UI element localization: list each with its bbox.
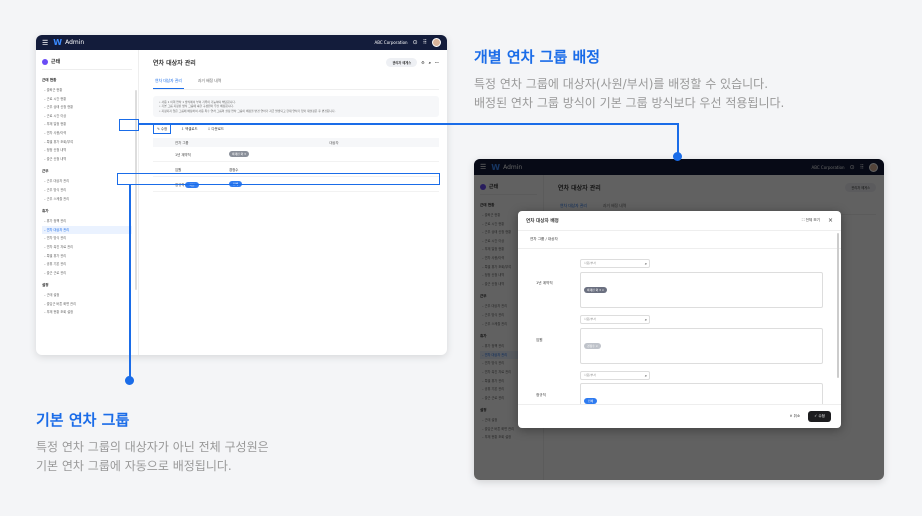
sidebar-item[interactable]: – 휴가 정책 관리	[42, 217, 132, 226]
close-icon[interactable]: ×	[828, 217, 833, 224]
connector-dot	[673, 152, 682, 161]
search-icon: ⌕	[644, 373, 647, 378]
modal-footer: ✕ 취소 ✓ 수정	[518, 404, 841, 428]
search-icon: ⌕	[644, 317, 647, 322]
connector-dot	[125, 376, 134, 385]
modal-header: 연차 대상자 배정 ⛶ 전체 보기 ×	[518, 211, 841, 231]
excel-button[interactable]: ⇩ 엑셀로드	[181, 126, 197, 131]
group-assign-row: 사원/부서 ⌕ 1년 계약직 박재민 외 3 ×	[518, 255, 841, 312]
tab-past-history[interactable]: 과거 배정 내역	[196, 75, 223, 89]
header-pill[interactable]: 관리자 에게스	[386, 58, 418, 67]
callout-default-group: 기본 연차 그룹 특정 연차 그룹의 대상자가 아닌 전체 구성원은 기본 연차…	[36, 411, 269, 473]
sidebar-list: 근태 현황– 출퇴근 현황– 근로 시간 현황– 근무 상태 신청 현황– 근로…	[42, 78, 132, 317]
modal-scrollbar[interactable]	[837, 233, 839, 378]
avatar[interactable]	[432, 38, 441, 47]
cancel-button[interactable]: ✕ 취소	[789, 414, 800, 419]
sidebar-item[interactable]: – 근무 스케줄 관리	[42, 195, 132, 204]
logo-icon: W	[53, 38, 63, 47]
tab-target-management[interactable]: 연차 대상자 관리	[153, 75, 184, 89]
callout-title: 기본 연차 그룹	[36, 411, 130, 429]
target-box[interactable]: 경정수 ×	[580, 328, 823, 364]
edit-highlight-frame	[119, 119, 139, 131]
sidebar-item[interactable]: – 근로 시간 현황	[42, 95, 132, 104]
save-button[interactable]: ✓ 수정	[808, 411, 831, 422]
help-icon[interactable]: ⊙	[413, 39, 418, 46]
grid-icon[interactable]: ⠿	[423, 39, 427, 46]
sidebar-item[interactable]: – 근태 설정	[42, 291, 132, 300]
screenshot-target-list: ☰ W Admin ABC Corporation ⊙ ⠿ 근태 근태 현황 – …	[36, 35, 447, 355]
sidebar-item[interactable]: – 근무 상태 신청 현황	[42, 103, 132, 112]
app-title: Admin	[65, 39, 85, 46]
connector-line	[139, 123, 678, 125]
sidebar-item[interactable]: – 특별 휴가 관리	[42, 252, 132, 261]
action-bar: ✎ 수정 ⇩ 엑셀로드 ⇩ 다운로드	[153, 123, 439, 135]
group-assign-row: 사원/부서 ⌕ 임원 경정수 ×	[518, 312, 841, 369]
sidebar: 근태 근태 현황 – 출퇴근 현황– 근로 시간 현황– 근무 상태 신청 현황 –…	[36, 50, 139, 355]
more-icon[interactable]: ⋯	[435, 60, 439, 65]
callout-title: 개별 연차 그룹 배정	[474, 48, 601, 66]
target-chip[interactable]: 경정수 ×	[584, 343, 601, 349]
search-input[interactable]: 사원/부서 ⌕	[580, 371, 650, 380]
connector-line	[129, 185, 131, 377]
modal-title: 연차 대상자 배정	[526, 218, 559, 224]
callout-individual-group: 개별 연차 그룹 배정 특정 연차 그룹에 대상자(사원/부서)를 배정할 수 …	[474, 48, 785, 110]
sidebar-item[interactable]: – 출퇴근 현황	[42, 86, 132, 95]
hamburger-menu-icon[interactable]: ☰	[42, 39, 48, 47]
search-input[interactable]: 사원/부서 ⌕	[580, 315, 650, 324]
search-input[interactable]: 사원/부서 ⌕	[580, 259, 650, 268]
brand-icon	[42, 58, 48, 65]
sidebar-brand: 근태	[42, 56, 132, 70]
settings-icon[interactable]: ⚙	[421, 60, 425, 65]
notice-box: • 사용 1 이력 연차 1 방식에서 부여 기록이 가능하며 해당됩니다. •…	[153, 96, 439, 118]
page-title: 연차 대상자 관리	[153, 60, 196, 67]
search-icon[interactable]: ⌕	[429, 60, 431, 65]
sidebar-item[interactable]: – 연차 방식 관리	[42, 234, 132, 243]
sidebar-item[interactable]: – 연차 촉진 자료 관리	[42, 243, 132, 252]
search-icon: ⌕	[644, 261, 647, 266]
table-header: 연차 그룹 대상자	[153, 138, 439, 148]
edit-button[interactable]: ✎ 수정	[153, 123, 172, 135]
main-content: 연차 대상자 관리 관리자 에게스 ⚙ ⌕ ⋯ 연차 대상자 관리 과거 배정 …	[145, 50, 447, 355]
sidebar-item[interactable]: – 특별 휴가 조회/부여	[42, 138, 132, 147]
company-name: ABC Corporation	[374, 40, 408, 45]
view-all-button[interactable]: ⛶ 전체 보기	[802, 218, 820, 223]
tab-bar: 연차 대상자 관리 과거 배정 내역	[153, 75, 439, 90]
sidebar-section-header[interactable]: 휴가	[42, 209, 132, 214]
table-row[interactable]: 1년 계약직 박재민 외 3	[153, 147, 439, 163]
default-row-highlight-frame	[117, 173, 440, 185]
download-button[interactable]: ⇩ 다운로드	[208, 126, 224, 131]
sidebar-section-header[interactable]: 근태 현황	[42, 78, 132, 83]
sidebar-item[interactable]: – 공휴 기본 관리	[42, 260, 132, 269]
sidebar-item[interactable]: – 출근 근로 관리	[42, 269, 132, 278]
target-box[interactable]: 전체	[580, 383, 823, 405]
sidebar-item[interactable]: – 부재 현황 조회 설정	[42, 308, 132, 317]
sidebar-section-header[interactable]: 설정	[42, 283, 132, 288]
sidebar-item[interactable]: – 출근 신청 내역	[42, 155, 132, 164]
sidebar-item[interactable]: – 연차 대상자 관리	[42, 225, 132, 235]
top-bar: ☰ W Admin ABC Corporation ⊙ ⠿	[36, 35, 447, 50]
target-chip[interactable]: 박재민 외 3 ×	[584, 287, 608, 293]
sidebar-item[interactable]: – 근무 방식 관리	[42, 186, 132, 195]
target-box[interactable]: 박재민 외 3 ×	[580, 272, 823, 308]
assign-modal: 연차 대상자 배정 ⛶ 전체 보기 × 연차 그룹 / 대상자 사원/부서 ⌕ 1…	[518, 211, 841, 428]
group-assign-row: 사원/부서 ⌕ 정규직 전체	[518, 369, 841, 405]
modal-subheader: 연차 그룹 / 대상자	[518, 231, 841, 249]
sidebar-item[interactable]: – 출입근 버튼 화면 관리	[42, 300, 132, 309]
modal-body: 사원/부서 ⌕ 1년 계약직 박재민 외 3 × 사원/부서 ⌕ 임원 경정수 × …	[518, 255, 841, 405]
target-chip: 박재민 외 3	[229, 151, 249, 158]
sidebar-item[interactable]: – 정정 신청 내역	[42, 146, 132, 155]
